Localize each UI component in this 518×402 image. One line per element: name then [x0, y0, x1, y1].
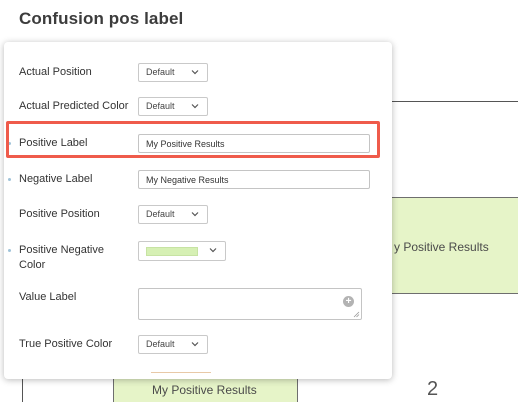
- highlight-box: [6, 121, 380, 158]
- app-screen: Confusion pos label y Positive Results M…: [0, 0, 518, 402]
- value-label-label: Value Label: [19, 291, 77, 303]
- matrix-left-border: [22, 379, 23, 402]
- matrix-top-border: [392, 101, 518, 102]
- negative-label-input[interactable]: My Negative Results: [138, 170, 370, 189]
- chevron-down-icon: [191, 212, 199, 217]
- matrix-cell-top-right-label: y Positive Results: [394, 240, 489, 254]
- actual-predicted-color-label: Actual Predicted Color: [19, 100, 129, 112]
- actual-predicted-color-value: Default: [146, 101, 175, 111]
- actual-position-select[interactable]: Default: [138, 63, 208, 82]
- true-positive-color-label: True Positive Color: [19, 338, 113, 350]
- chevron-down-icon: [209, 248, 217, 253]
- actual-predicted-color-select[interactable]: Default: [138, 97, 208, 116]
- negative-label-label: Negative Label: [19, 173, 93, 185]
- next-row-edge: [151, 372, 211, 376]
- actual-position-value: Default: [146, 67, 175, 77]
- resize-grip-icon[interactable]: [353, 311, 360, 318]
- plus-circle-icon[interactable]: +: [343, 296, 354, 307]
- row-marker-dot: [8, 249, 11, 252]
- color-swatch: [146, 247, 198, 256]
- positive-position-label: Positive Position: [19, 208, 100, 220]
- chevron-down-icon: [191, 104, 199, 109]
- true-positive-color-value: Default: [146, 339, 175, 349]
- chevron-down-icon: [191, 70, 199, 75]
- positive-negative-color-label: Positive Negative Color: [19, 244, 104, 271]
- settings-popover: Actual Position Default Actual Predicted…: [4, 42, 392, 379]
- positive-negative-color-picker[interactable]: [138, 241, 226, 261]
- matrix-cell-bottom-left-label: My Positive Results: [152, 383, 257, 397]
- row-marker-dot: [8, 178, 11, 181]
- true-positive-color-select[interactable]: Default: [138, 335, 208, 354]
- value-label-textarea[interactable]: +: [138, 288, 362, 320]
- positive-position-value: Default: [146, 209, 175, 219]
- matrix-cell-bottom-right-value: 2: [427, 378, 439, 400]
- actual-position-label: Actual Position: [19, 66, 92, 78]
- page-title: Confusion pos label: [19, 9, 184, 28]
- positive-position-select[interactable]: Default: [138, 205, 208, 224]
- chevron-down-icon: [191, 342, 199, 347]
